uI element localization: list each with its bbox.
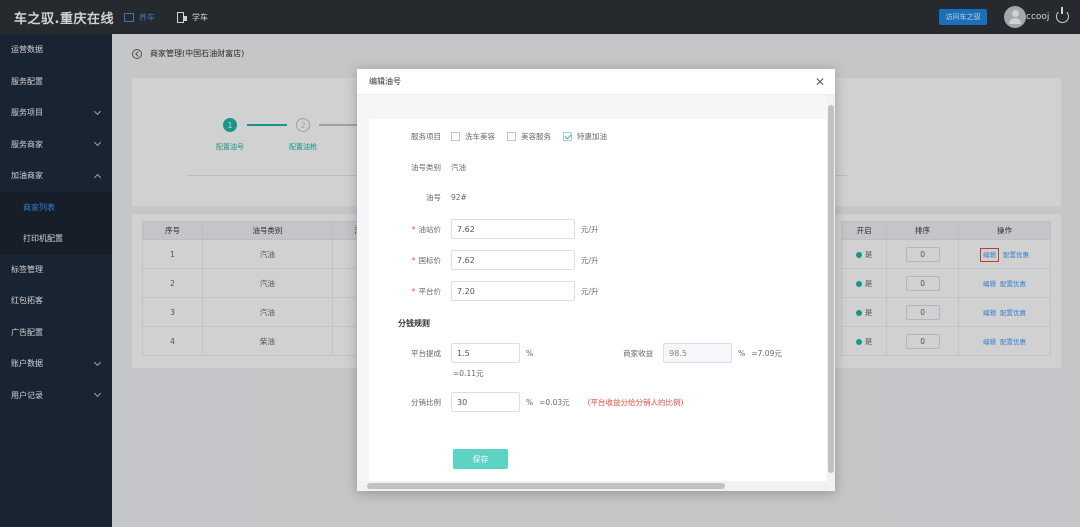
national-price-label-wrap: * 国标价	[369, 255, 451, 266]
merchant-income-label: 商家收益	[623, 348, 654, 358]
oil-type-row: 油号类别 汽油	[369, 162, 466, 173]
oil-type-value: 汽油	[451, 163, 466, 172]
oil-no-value: 92#	[451, 193, 467, 202]
service-items-row: 服务项目 洗车美容 美容服务 特惠加油	[369, 131, 619, 142]
unit-label: 元/升	[581, 255, 599, 265]
required-mark: *	[411, 286, 416, 296]
required-mark: *	[411, 224, 416, 234]
unit-label: 元/升	[581, 286, 599, 296]
percent-label: %	[738, 348, 746, 358]
dialog-header: 编辑油号 ✕	[357, 69, 835, 95]
oil-type-label: 油号类别	[411, 163, 441, 172]
merchant-income-amount: =7.09元	[751, 348, 782, 358]
dialog-body: 服务项目 洗车美容 美容服务 特惠加油 油号类别 汽油 油号 92# * 油站价 …	[357, 95, 827, 481]
checkbox-label: 洗车美容	[465, 132, 495, 141]
oil-no-row: 油号 92#	[369, 192, 467, 203]
checkbox-label: 美容服务	[521, 132, 551, 141]
split-rules-title: 分钱规则	[398, 319, 430, 328]
platform-price-label: 平台价	[418, 286, 442, 296]
form-panel: 服务项目 洗车美容 美容服务 特惠加油 油号类别 汽油 油号 92# * 油站价 …	[369, 119, 827, 481]
scroll-thumb[interactable]	[828, 105, 834, 473]
station-price-label: 油站价	[418, 224, 442, 234]
platform-price-input[interactable]: 7.20	[451, 281, 575, 301]
national-price-label: 国标价	[418, 255, 442, 265]
checkbox-beauty[interactable]: 美容服务	[507, 131, 551, 142]
national-price-row: * 国标价 7.62 元/升	[369, 250, 599, 270]
merchant-income-input[interactable]: 98.5	[663, 343, 733, 363]
save-button[interactable]: 保存	[453, 449, 508, 469]
required-mark: *	[411, 255, 416, 265]
checkbox-icon	[451, 132, 460, 141]
checkbox-car-wash[interactable]: 洗车美容	[451, 131, 495, 142]
percent-label: %	[526, 397, 534, 407]
platform-price-row: * 平台价 7.20 元/升	[369, 281, 599, 301]
station-price-input[interactable]: 7.62	[451, 219, 575, 239]
close-icon[interactable]: ✕	[815, 75, 825, 89]
vertical-scrollbar[interactable]	[827, 95, 835, 491]
distribution-amount: =0.03元	[539, 397, 570, 407]
checkbox-checked-icon	[563, 132, 572, 141]
national-price-input[interactable]: 7.62	[451, 250, 575, 270]
checkbox-fuel-discount[interactable]: 特惠加油	[563, 131, 607, 142]
oil-no-label: 油号	[426, 193, 441, 202]
platform-cut-amount: =0.11元	[453, 369, 484, 378]
platform-cut-label: 平台提成	[411, 348, 441, 358]
service-items-label: 服务项目	[411, 132, 441, 141]
distribution-note: (平台收益分给分销人的比例)	[587, 397, 684, 407]
edit-oil-dialog: 编辑油号 ✕ 服务项目 洗车美容 美容服务 特惠加油 油号类别 汽油 油号 92…	[357, 69, 835, 491]
platform-cut-amount-row: =0.11元	[453, 368, 483, 379]
platform-cut-row: 平台提成 1.5 % 商家收益 98.5 % =7.09元	[369, 343, 782, 363]
dialog-title: 编辑油号	[369, 77, 401, 86]
horizontal-scrollbar[interactable]	[357, 481, 827, 491]
platform-price-label-wrap: * 平台价	[369, 286, 451, 297]
checkbox-icon	[507, 132, 516, 141]
distribution-row: 分销比例 30 % =0.03元 (平台收益分给分销人的比例)	[369, 392, 683, 412]
distribution-label: 分销比例	[411, 397, 441, 407]
scroll-thumb[interactable]	[367, 483, 725, 489]
percent-label: %	[526, 348, 534, 358]
distribution-input[interactable]: 30	[451, 392, 520, 412]
checkbox-label: 特惠加油	[577, 132, 607, 141]
unit-label: 元/升	[581, 224, 599, 234]
station-price-label-wrap: * 油站价	[369, 224, 451, 235]
platform-cut-input[interactable]: 1.5	[451, 343, 520, 363]
station-price-row: * 油站价 7.62 元/升	[369, 219, 599, 239]
